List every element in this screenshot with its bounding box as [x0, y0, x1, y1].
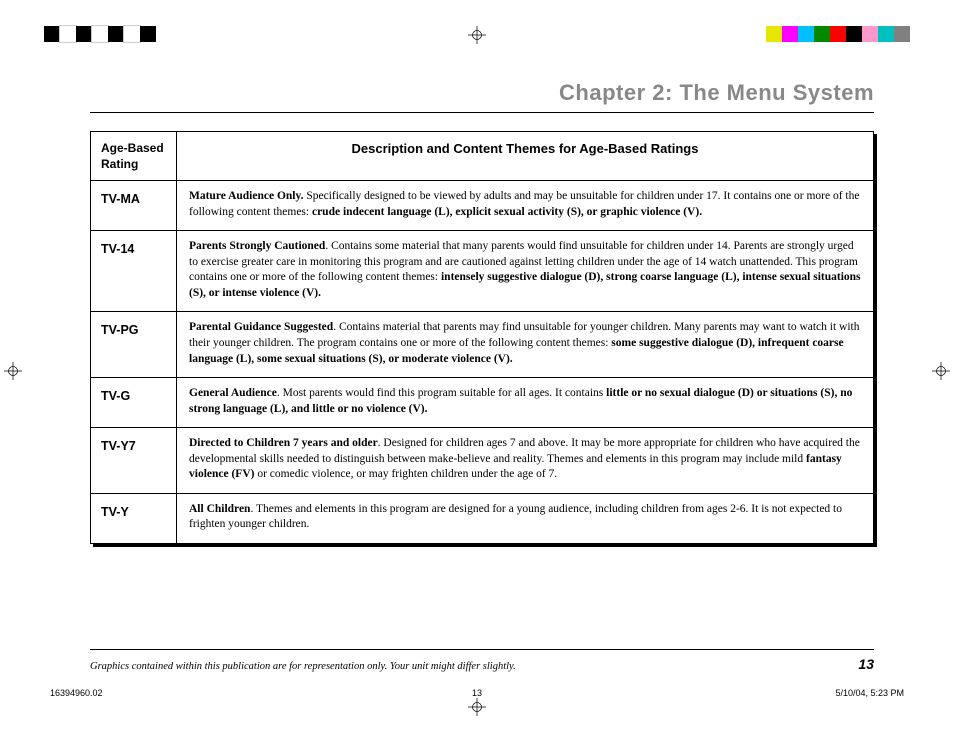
- rating-label: TV-Y7: [91, 428, 177, 494]
- color-swatch: [814, 26, 830, 42]
- registration-mark-icon: [468, 698, 486, 716]
- registration-mark-icon: [932, 362, 950, 380]
- registration-mark-icon: [4, 362, 22, 380]
- color-swatch: [44, 26, 60, 42]
- footer-note: Graphics contained within this publicati…: [90, 661, 516, 672]
- desc-lead: Mature Audience Only.: [189, 190, 303, 202]
- rating-label: TV-PG: [91, 312, 177, 378]
- rating-label: TV-G: [91, 378, 177, 428]
- color-swatch: [92, 26, 108, 42]
- desc-lead: Parents Strongly Cautioned: [189, 240, 325, 252]
- crop-id: 16394960.02: [50, 688, 335, 698]
- rating-description: Directed to Children 7 years and older. …: [177, 428, 874, 494]
- page-number: 13: [858, 656, 874, 672]
- color-swatch: [830, 26, 846, 42]
- color-bar-left: [44, 26, 156, 42]
- color-bar-right: [766, 26, 910, 42]
- desc-body: . Themes and elements in this program ar…: [189, 503, 842, 531]
- crop-info: 16394960.02 13 5/10/04, 5:23 PM: [50, 688, 904, 698]
- color-swatch: [766, 26, 782, 42]
- th-desc: Description and Content Themes for Age-B…: [177, 132, 874, 181]
- rating-description: All Children. Themes and elements in thi…: [177, 493, 874, 543]
- desc-lead: Directed to Children 7 years and older: [189, 437, 378, 449]
- color-swatch: [862, 26, 878, 42]
- table-row: TV-MAMature Audience Only. Specifically …: [91, 181, 874, 231]
- color-swatch: [124, 26, 140, 42]
- page-content: Chapter 2: The Menu System Age-Based Rat…: [90, 80, 874, 672]
- desc-body: . Most parents would find this program s…: [277, 387, 606, 399]
- rating-table: Age-Based Rating Description and Content…: [90, 131, 874, 544]
- crop-stamp: 5/10/04, 5:23 PM: [619, 688, 904, 698]
- table-row: TV-Y7Directed to Children 7 years and ol…: [91, 428, 874, 494]
- rating-description: General Audience. Most parents would fin…: [177, 378, 874, 428]
- table-row: TV-YAll Children. Themes and elements in…: [91, 493, 874, 543]
- registration-mark-icon: [468, 26, 486, 44]
- rating-description: Mature Audience Only. Specifically desig…: [177, 181, 874, 231]
- table-row: TV-GGeneral Audience. Most parents would…: [91, 378, 874, 428]
- rating-label: TV-14: [91, 231, 177, 312]
- crop-page: 13: [335, 688, 620, 698]
- table-row: TV-14Parents Strongly Cautioned. Contain…: [91, 231, 874, 312]
- rating-description: Parents Strongly Cautioned. Contains som…: [177, 231, 874, 312]
- color-swatch: [782, 26, 798, 42]
- footer: Graphics contained within this publicati…: [90, 649, 874, 672]
- color-swatch: [60, 26, 76, 42]
- color-swatch: [140, 26, 156, 42]
- color-swatch: [108, 26, 124, 42]
- th-label: Age-Based Rating: [91, 132, 177, 181]
- color-swatch: [878, 26, 894, 42]
- color-swatch: [846, 26, 862, 42]
- color-swatch: [894, 26, 910, 42]
- rating-description: Parental Guidance Suggested. Contains ma…: [177, 312, 874, 378]
- color-swatch: [76, 26, 92, 42]
- desc-themes: crude indecent language (L), explicit se…: [312, 206, 702, 218]
- chapter-title: Chapter 2: The Menu System: [90, 80, 874, 112]
- rating-tbody: TV-MAMature Audience Only. Specifically …: [91, 181, 874, 543]
- desc-lead: All Children: [189, 503, 250, 515]
- color-swatch: [798, 26, 814, 42]
- desc-tail: or comedic violence, or may frighten chi…: [254, 468, 557, 480]
- desc-lead: Parental Guidance Suggested: [189, 321, 333, 333]
- rating-label: TV-MA: [91, 181, 177, 231]
- rating-label: TV-Y: [91, 493, 177, 543]
- table-row: TV-PGParental Guidance Suggested. Contai…: [91, 312, 874, 378]
- desc-lead: General Audience: [189, 387, 277, 399]
- rating-table-wrap: Age-Based Rating Description and Content…: [90, 131, 874, 544]
- rule-top: [90, 112, 874, 113]
